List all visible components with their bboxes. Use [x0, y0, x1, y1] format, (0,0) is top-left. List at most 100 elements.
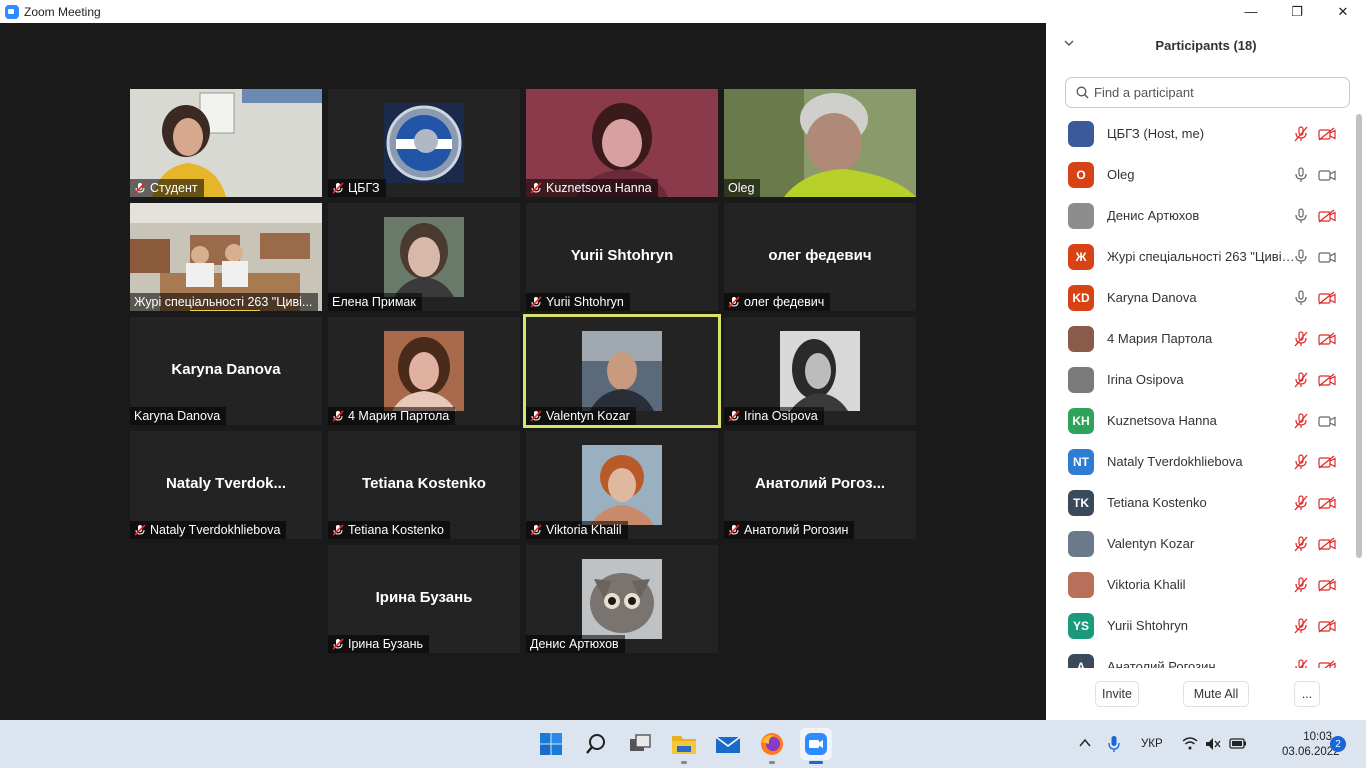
restore-button[interactable]: ❐: [1274, 0, 1320, 23]
search-taskbar-button[interactable]: [580, 728, 612, 760]
mail-button[interactable]: [712, 728, 744, 760]
participant-search[interactable]: [1065, 77, 1350, 108]
video-tile-jury[interactable]: Журі спеціальності 263 "Циві...: [130, 203, 322, 311]
video-tile-irina[interactable]: Irina Osipova: [724, 317, 916, 425]
participant-row[interactable]: KD Karyna Danova: [1046, 277, 1356, 318]
video-tile-oleg-fedevych[interactable]: олег федевич олег федевич: [724, 203, 916, 311]
participant-row[interactable]: Денис Артюхов: [1046, 195, 1356, 236]
participant-row[interactable]: TK Tetiana Kostenko: [1046, 482, 1356, 523]
participant-mic-status[interactable]: [1292, 249, 1310, 265]
participant-row[interactable]: NT Nataly Tverdokhliebova: [1046, 441, 1356, 482]
search-input[interactable]: [1094, 85, 1334, 100]
video-tile-kuznetsova[interactable]: Kuznetsova Hanna: [526, 89, 718, 197]
video-tile-oleg[interactable]: Oleg: [724, 89, 916, 197]
participant-video-status[interactable]: [1318, 454, 1336, 470]
participant-mic-status[interactable]: [1292, 659, 1310, 668]
participant-row[interactable]: Ж Журі спеціальності 263 "Цивіл...: [1046, 236, 1356, 277]
participant-mic-status[interactable]: [1292, 495, 1310, 511]
video-tile-valentyn[interactable]: Valentyn Kozar: [523, 314, 721, 428]
participant-video-status[interactable]: [1318, 659, 1336, 668]
tile-name: Valentyn Kozar: [546, 409, 630, 423]
chevron-up-icon[interactable]: [1079, 738, 1091, 748]
firefox-button[interactable]: [756, 728, 788, 764]
language-indicator[interactable]: УКР: [1141, 738, 1163, 750]
notification-badge[interactable]: 2: [1330, 736, 1346, 752]
mute-all-button[interactable]: Mute All: [1183, 681, 1249, 707]
participant-mic-status[interactable]: [1292, 618, 1310, 634]
participant-video-status[interactable]: [1318, 208, 1336, 224]
video-tile-maria[interactable]: 4 Мария Партола: [328, 317, 520, 425]
mic-icon: [1295, 290, 1307, 305]
participant-mic-status[interactable]: [1292, 372, 1310, 388]
participant-mic-status[interactable]: [1292, 577, 1310, 593]
participant-row[interactable]: KH Kuznetsova Hanna: [1046, 400, 1356, 441]
microphone-icon[interactable]: [1108, 735, 1120, 753]
start-button[interactable]: [535, 728, 567, 760]
system-clock[interactable]: 10:03 03.06.2022: [1282, 730, 1340, 760]
participant-mic-status[interactable]: [1292, 331, 1310, 347]
video-tile-student[interactable]: Студент: [130, 89, 322, 197]
video-tile-anatoliy[interactable]: Анатолий Рогоз... Анатолий Рогозин: [724, 431, 916, 539]
participant-row[interactable]: Valentyn Kozar: [1046, 523, 1356, 564]
file-explorer-button[interactable]: [668, 728, 700, 764]
participant-video-status[interactable]: [1318, 167, 1336, 183]
video-off-icon: [1318, 660, 1336, 668]
video-tile-yurii[interactable]: Yurii Shtohryn Yurii Shtohryn: [526, 203, 718, 311]
participant-video-status[interactable]: [1318, 372, 1336, 388]
participant-video-status[interactable]: [1318, 536, 1336, 552]
video-tile-cbgz[interactable]: ЦБГЗ: [328, 89, 520, 197]
close-button[interactable]: ✕: [1320, 0, 1366, 23]
minimize-button[interactable]: —: [1228, 0, 1274, 23]
participant-mic-status[interactable]: [1292, 454, 1310, 470]
mic-muted-icon: [1294, 413, 1308, 429]
video-tile-tetiana[interactable]: Tetiana Kostenko Tetiana Kostenko: [328, 431, 520, 539]
participant-video-status[interactable]: [1318, 249, 1336, 265]
participant-list-scrollbar[interactable]: [1356, 114, 1362, 558]
battery-icon[interactable]: [1229, 737, 1247, 750]
participant-video-status[interactable]: [1318, 618, 1336, 634]
participant-row[interactable]: А Анатолий Рогозин: [1046, 646, 1356, 668]
mic-muted-icon: [530, 182, 542, 194]
zoom-taskbar-button[interactable]: [800, 728, 832, 764]
mic-muted-icon: [1294, 618, 1308, 634]
participant-video-status[interactable]: [1318, 331, 1336, 347]
participant-video-status[interactable]: [1318, 495, 1336, 511]
mic-icon: [1295, 167, 1307, 182]
participant-status-icons: [1292, 331, 1336, 347]
participant-row[interactable]: ЦБГЗ (Host, me): [1046, 113, 1356, 154]
participant-mic-status[interactable]: [1292, 290, 1310, 306]
video-tile-elena[interactable]: Елена Примак: [328, 203, 520, 311]
participant-mic-status[interactable]: [1292, 208, 1310, 224]
more-options-button[interactable]: ...: [1294, 681, 1320, 707]
invite-button[interactable]: Invite: [1095, 681, 1139, 707]
participant-video-status[interactable]: [1318, 577, 1336, 593]
panel-footer: Invite Mute All ...: [1046, 681, 1366, 707]
participant-row[interactable]: YS Yurii Shtohryn: [1046, 605, 1356, 646]
clock-date: 03.06.2022: [1282, 746, 1340, 758]
speaker-muted-icon[interactable]: [1205, 737, 1221, 751]
participant-mic-status[interactable]: [1292, 413, 1310, 429]
participant-mic-status[interactable]: [1292, 536, 1310, 552]
wifi-icon[interactable]: [1182, 737, 1198, 750]
participant-status-icons: [1292, 659, 1336, 668]
participant-video-status[interactable]: [1318, 290, 1336, 306]
video-tile-viktoria[interactable]: Viktoria Khalil: [526, 431, 718, 539]
video-tile-iryna-buzan[interactable]: Ірина Бузань Ірина Бузань: [328, 545, 520, 653]
participant-mic-status[interactable]: [1292, 167, 1310, 183]
participant-name: Karyna Danova: [1107, 290, 1197, 305]
participant-row[interactable]: Irina Osipova: [1046, 359, 1356, 400]
mic-muted-icon: [1294, 495, 1308, 511]
participant-row[interactable]: O Oleg: [1046, 154, 1356, 195]
participant-avatar-image: [780, 331, 860, 411]
mic-muted-icon: [728, 524, 740, 536]
video-tile-denys[interactable]: Денис Артюхов: [526, 545, 718, 653]
video-off-icon: [1318, 496, 1336, 510]
video-tile-karyna[interactable]: Karyna Danova Karyna Danova: [130, 317, 322, 425]
participant-mic-status[interactable]: [1292, 126, 1310, 142]
participant-row[interactable]: Viktoria Khalil: [1046, 564, 1356, 605]
video-tile-nataly[interactable]: Nataly Tverdok... Nataly Tverdokhliebova: [130, 431, 322, 539]
participant-video-status[interactable]: [1318, 413, 1336, 429]
task-view-button[interactable]: [624, 728, 656, 760]
participant-video-status[interactable]: [1318, 126, 1336, 142]
participant-row[interactable]: 4 Мария Партола: [1046, 318, 1356, 359]
